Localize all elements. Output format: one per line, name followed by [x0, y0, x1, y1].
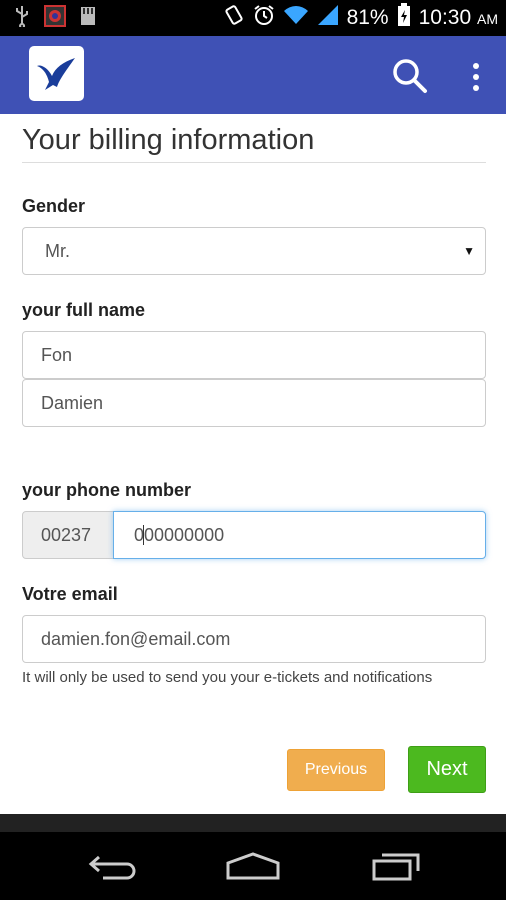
first-name-value: Damien — [41, 392, 104, 413]
clock-time: 10:30 — [418, 6, 472, 29]
full-name-label: your full name — [22, 300, 146, 320]
email-input[interactable]: damien.fon@email.com — [22, 615, 486, 663]
previous-button[interactable]: Previous — [287, 749, 385, 791]
next-button[interactable]: Next — [408, 746, 486, 793]
signal-icon — [317, 4, 339, 32]
last-name-input[interactable]: Fon — [22, 331, 486, 379]
recent-apps-icon[interactable] — [366, 846, 426, 886]
alarm-icon — [253, 4, 275, 32]
more-vertical-icon[interactable] — [462, 58, 490, 96]
phone-label: your phone number — [22, 480, 192, 500]
billing-form: Your billing information Gender Mr. ▼ yo… — [22, 114, 486, 814]
gender-select[interactable]: Mr. ▼ — [22, 227, 486, 275]
title-divider — [22, 162, 486, 163]
clock-ampm: AM — [477, 11, 498, 27]
email-value: damien.fon@email.com — [41, 628, 231, 649]
home-icon[interactable] — [223, 846, 283, 886]
clock: 10:30 AM — [419, 6, 498, 30]
status-bar: 81% 10:30 AM — [0, 0, 506, 36]
battery-percent: 81% — [346, 6, 389, 29]
bottom-strip — [0, 814, 506, 832]
last-name-value: Fon — [41, 344, 73, 365]
dropdown-arrow-icon: ▼ — [463, 244, 475, 258]
dot — [473, 74, 479, 80]
dot — [473, 63, 479, 69]
bird-logo[interactable] — [29, 46, 84, 101]
system-nav-bar — [0, 832, 506, 900]
dot — [473, 85, 479, 91]
battery-icon — [397, 3, 411, 33]
rotate-icon — [223, 4, 245, 32]
gender-value: Mr. — [45, 240, 70, 261]
first-name-input[interactable]: Damien — [22, 379, 486, 427]
phone-input[interactable]: 0 00000000 — [113, 511, 486, 559]
phone-value-end: 00000000 — [144, 524, 225, 545]
usb-icon — [14, 5, 30, 32]
email-label: Votre email — [22, 584, 118, 604]
wifi-icon — [283, 4, 309, 32]
email-help-text: It will only be used to send you your e-… — [22, 669, 433, 686]
page-title: Your billing information — [22, 124, 315, 156]
app-notification-icon — [44, 4, 66, 32]
gender-label: Gender — [22, 196, 86, 216]
sd-card-icon — [80, 6, 96, 31]
back-icon[interactable] — [83, 846, 143, 886]
search-icon[interactable] — [390, 56, 430, 96]
phone-prefix: 00237 — [22, 511, 114, 559]
phone-prefix-value: 00237 — [41, 524, 92, 545]
app-bar — [0, 36, 506, 114]
